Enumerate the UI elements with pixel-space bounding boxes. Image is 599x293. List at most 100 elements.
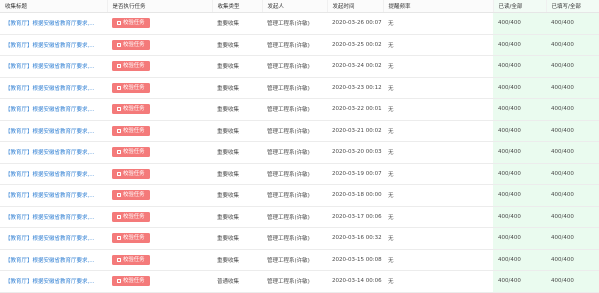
row-reminder: 无 [383,77,493,99]
row-time: 2020-03-15 00:08 [327,249,383,271]
row-read: 400/400 [493,206,546,228]
row-reminder: 无 [383,184,493,207]
verify-task-button[interactable]: 校验任务 [112,61,150,72]
row-type: 重要收集 [212,98,262,121]
row-title-link[interactable]: 【教育厅】根据安徽省教育厅要求,... [0,77,107,99]
row-title-link[interactable]: 【教育厅】根据安徽省教育厅要求,... [0,184,107,207]
row-title-link[interactable]: 【教育厅】根据安徽省教育厅要求,... [0,206,107,228]
row-title-link[interactable]: 【教育厅】根据安徽省教育厅要求,... [0,249,107,271]
header-reminder[interactable]: 提醒频率 [383,0,494,13]
row-filled: 400/400 [546,55,599,78]
row-time: 2020-03-21 00:02 [327,120,383,142]
header-initiator[interactable]: 发起人 [262,0,328,13]
header-title[interactable]: 收集标题 [0,0,108,13]
row-initiator: 管理工程系(许敏) [262,270,327,293]
row-type: 重要收集 [212,141,262,164]
verify-task-button[interactable]: 校验任务 [112,233,150,244]
row-type: 重要收集 [212,55,262,78]
row-filled: 400/400 [546,77,599,99]
verify-task-button[interactable]: 校验任务 [112,104,150,115]
row-task-cell: 校验任务 [107,249,212,271]
verify-task-button[interactable]: 校验任务 [112,39,150,50]
row-time: 2020-03-25 00:02 [327,34,383,56]
row-title-link[interactable]: 【教育厅】根据安徽省教育厅要求,... [0,34,107,56]
row-type: 重要收集 [212,34,262,56]
verify-task-button[interactable]: 校验任务 [112,125,150,136]
table-row[interactable]: 【教育厅】根据安徽省教育厅要求,... 校验任务 重要收集 管理工程系(许敏) 2020… [0,12,599,35]
row-time: 2020-03-17 00:06 [327,206,383,228]
table-row[interactable]: 【教育厅】根据安徽省教育厅要求,... 校验任务 重要收集 管理工程系(许敏) 2020… [0,55,599,78]
row-initiator: 管理工程系(许敏) [262,163,327,185]
verify-task-label: 校验任务 [123,63,145,70]
verify-task-label: 校验任务 [123,41,145,48]
table-row[interactable]: 【教育厅】根据安徽省教育厅要求,... 校验任务 重要收集 管理工程系(许敏) 2020… [0,163,599,185]
verify-task-label: 校验任务 [123,84,145,91]
row-time: 2020-03-16 00:32 [327,227,383,250]
row-type: 重要收集 [212,77,262,99]
row-time: 2020-03-19 00:07 [327,163,383,185]
verify-task-button[interactable]: 校验任务 [112,190,150,201]
table-row[interactable]: 【教育厅】根据安徽省教育厅要求,... 校验任务 重要收集 管理工程系(许敏) 2020… [0,77,599,99]
verify-task-button[interactable]: 校验任务 [112,276,150,287]
table-row[interactable]: 【教育厅】根据安徽省教育厅要求,... 校验任务 重要收集 管理工程系(许敏) 2020… [0,120,599,142]
row-read: 400/400 [493,120,546,142]
verify-task-label: 校验任务 [123,235,145,242]
header-type[interactable]: 收集类型 [212,0,263,13]
row-type: 重要收集 [212,249,262,271]
row-title-link[interactable]: 【教育厅】根据安徽省教育厅要求,... [0,120,107,142]
row-read: 400/400 [493,227,546,250]
table-row[interactable]: 【教育厅】根据安徽省教育厅要求,... 校验任务 重要收集 管理工程系(许敏) 2020… [0,184,599,207]
header-time[interactable]: 发起时间 [327,0,384,13]
table-row[interactable]: 【教育厅】根据安徽省教育厅要求,... 校验任务 重要收集 管理工程系(许敏) 2020… [0,227,599,250]
row-title-link[interactable]: 【教育厅】根据安徽省教育厅要求,... [0,55,107,78]
row-time: 2020-03-18 00:00 [327,184,383,207]
row-title-link[interactable]: 【教育厅】根据安徽省教育厅要求,... [0,141,107,164]
table-row[interactable]: 【教育厅】根据安徽省教育厅要求,... 校验任务 普通收集 管理工程系(许敏) 2020… [0,270,599,293]
header-read[interactable]: 已读/全部 [493,0,547,13]
task-icon [117,150,121,155]
row-type: 重要收集 [212,120,262,142]
row-title-link[interactable]: 【教育厅】根据安徽省教育厅要求,... [0,163,107,185]
table-row[interactable]: 【教育厅】根据安徽省教育厅要求,... 校验任务 重要收集 管理工程系(许敏) 2020… [0,249,599,271]
row-read: 400/400 [493,77,546,99]
verify-task-button[interactable]: 校验任务 [112,82,150,93]
verify-task-button[interactable]: 校验任务 [112,254,150,265]
row-type: 重要收集 [212,206,262,228]
row-task-cell: 校验任务 [107,55,212,78]
row-initiator: 管理工程系(许敏) [262,227,327,250]
verify-task-button[interactable]: 校验任务 [112,147,150,158]
row-read: 400/400 [493,98,546,121]
row-read: 400/400 [493,249,546,271]
table-row[interactable]: 【教育厅】根据安徽省教育厅要求,... 校验任务 重要收集 管理工程系(许敏) 2020… [0,141,599,164]
row-task-cell: 校验任务 [107,184,212,207]
row-reminder: 无 [383,141,493,164]
verify-task-label: 校验任务 [123,170,145,177]
row-reminder: 无 [383,270,493,293]
row-title-link[interactable]: 【教育厅】根据安徽省教育厅要求,... [0,12,107,35]
row-filled: 400/400 [546,227,599,250]
verify-task-button[interactable]: 校验任务 [112,211,150,222]
table-row[interactable]: 【教育厅】根据安徽省教育厅要求,... 校验任务 重要收集 管理工程系(许敏) 2020… [0,98,599,121]
row-reminder: 无 [383,249,493,271]
row-initiator: 管理工程系(许敏) [262,34,327,56]
header-execute-task[interactable]: 是否执行任务 [107,0,213,13]
row-initiator: 管理工程系(许敏) [262,141,327,164]
verify-task-button[interactable]: 校验任务 [112,18,150,29]
table-row[interactable]: 【教育厅】根据安徽省教育厅要求,... 校验任务 重要收集 管理工程系(许敏) 2020… [0,34,599,56]
row-initiator: 管理工程系(许敏) [262,184,327,207]
row-title-link[interactable]: 【教育厅】根据安徽省教育厅要求,... [0,227,107,250]
row-reminder: 无 [383,227,493,250]
verify-task-label: 校验任务 [123,256,145,263]
verify-task-button[interactable]: 校验任务 [112,168,150,179]
verify-task-label: 校验任务 [123,192,145,199]
task-icon [117,128,121,133]
row-title-link[interactable]: 【教育厅】根据安徽省教育厅要求,... [0,270,107,293]
row-filled: 400/400 [546,141,599,164]
row-filled: 400/400 [546,120,599,142]
table-row[interactable]: 【教育厅】根据安徽省教育厅要求,... 校验任务 重要收集 管理工程系(许敏) 2020… [0,206,599,228]
header-filled[interactable]: 已填写/全部 [546,0,599,13]
row-title-link[interactable]: 【教育厅】根据安徽省教育厅要求,... [0,98,107,121]
row-reminder: 无 [383,120,493,142]
row-initiator: 管理工程系(许敏) [262,98,327,121]
row-filled: 400/400 [546,249,599,271]
